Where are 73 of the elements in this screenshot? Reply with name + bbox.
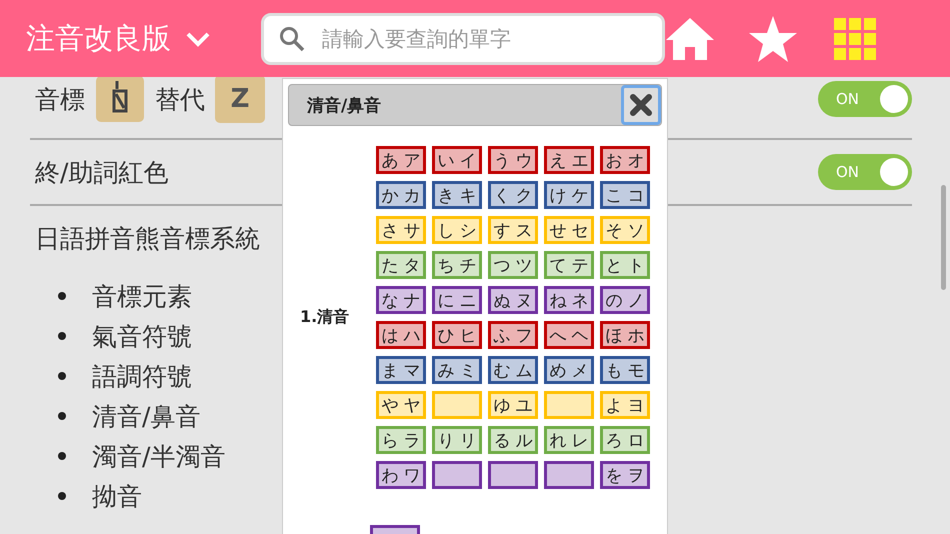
kana-key[interactable]: ひ ヒ bbox=[432, 321, 482, 349]
list-item-link[interactable]: 音標元素 bbox=[92, 280, 192, 312]
bullet-icon bbox=[58, 412, 66, 420]
setting-label: 終/助詞紅色 bbox=[35, 156, 168, 188]
kana-key[interactable]: せ セ bbox=[544, 216, 594, 244]
search-icon bbox=[279, 26, 305, 52]
star-icon[interactable] bbox=[748, 14, 798, 62]
kana-key[interactable]: て テ bbox=[544, 251, 594, 279]
kana-key[interactable]: も モ bbox=[600, 356, 650, 384]
list-item-link[interactable]: 語調符號 bbox=[92, 360, 192, 392]
kana-key[interactable]: け ケ bbox=[544, 181, 594, 209]
kana-key[interactable]: こ コ bbox=[600, 181, 650, 209]
list-item-link[interactable]: 拗音 bbox=[92, 480, 142, 512]
kana-key[interactable]: ふ フ bbox=[488, 321, 538, 349]
kana-key[interactable]: さ サ bbox=[376, 216, 426, 244]
kana-key[interactable]: あ ア bbox=[376, 146, 426, 174]
kana-key[interactable]: や ヤ bbox=[376, 391, 426, 419]
bullet-icon bbox=[58, 372, 66, 380]
bullet-icon bbox=[58, 452, 66, 460]
kana-key[interactable]: に ニ bbox=[432, 286, 482, 314]
dialog-title: 清音/鼻音 bbox=[307, 94, 382, 116]
setting-label: 音標 bbox=[35, 84, 85, 116]
kana-key[interactable]: ぬ ヌ bbox=[488, 286, 538, 314]
bullet-icon bbox=[58, 332, 66, 340]
kana-key[interactable]: う ウ bbox=[488, 146, 538, 174]
kana-key[interactable]: れ レ bbox=[544, 426, 594, 454]
kana-key[interactable]: な ナ bbox=[376, 286, 426, 314]
kana-key[interactable]: え エ bbox=[544, 146, 594, 174]
bullet-icon bbox=[58, 292, 66, 300]
search-field[interactable]: 請輸入要查詢的單字 bbox=[261, 12, 665, 64]
kana-key[interactable]: つ ツ bbox=[488, 251, 538, 279]
kana-key[interactable]: め メ bbox=[544, 356, 594, 384]
kana-key[interactable]: る ル bbox=[488, 426, 538, 454]
kana-key[interactable]: と ト bbox=[600, 251, 650, 279]
list-item-link[interactable]: 清音/鼻音 bbox=[92, 400, 200, 432]
kana-key[interactable]: ほ ホ bbox=[600, 321, 650, 349]
kana-key[interactable]: し シ bbox=[432, 216, 482, 244]
home-icon[interactable] bbox=[665, 16, 715, 60]
kana-key[interactable]: み ミ bbox=[432, 356, 482, 384]
kana-key[interactable]: そ ソ bbox=[600, 216, 650, 244]
kana-key[interactable]: ろ ロ bbox=[600, 426, 650, 454]
chevron-down-icon bbox=[185, 30, 211, 46]
kana-key[interactable]: ら ラ bbox=[376, 426, 426, 454]
kana-key[interactable]: よ ヨ bbox=[600, 391, 650, 419]
kana-key[interactable]: た タ bbox=[376, 251, 426, 279]
kana-key[interactable]: り リ bbox=[432, 426, 482, 454]
list-item-link[interactable]: 氣音符號 bbox=[92, 320, 192, 352]
key-tile: Z bbox=[215, 77, 265, 123]
key-tile-icon bbox=[95, 77, 145, 123]
kana-key[interactable]: お オ bbox=[600, 146, 650, 174]
grid-menu-icon[interactable] bbox=[834, 18, 876, 60]
section-label: 1.清音 bbox=[300, 307, 350, 328]
kana-key[interactable]: を ヲ bbox=[600, 461, 650, 489]
kana-key[interactable]: へ ヘ bbox=[544, 321, 594, 349]
kana-key[interactable]: ま マ bbox=[376, 356, 426, 384]
kana-key[interactable]: ね ネ bbox=[544, 286, 594, 314]
kana-key[interactable]: す ス bbox=[488, 216, 538, 244]
kana-key[interactable]: い イ bbox=[432, 146, 482, 174]
kana-key[interactable]: き キ bbox=[432, 181, 482, 209]
kana-key[interactable]: ち チ bbox=[432, 251, 482, 279]
setting-label: 替代 bbox=[155, 84, 205, 116]
bullet-icon bbox=[58, 492, 66, 500]
kana-key[interactable]: は ハ bbox=[376, 321, 426, 349]
list-item-link[interactable]: 濁音/半濁音 bbox=[92, 440, 226, 472]
kana-key[interactable]: の ノ bbox=[600, 286, 650, 314]
kana-key[interactable]: か カ bbox=[376, 181, 426, 209]
kana-key[interactable]: わ ワ bbox=[376, 461, 426, 489]
close-icon bbox=[629, 93, 653, 117]
close-button[interactable] bbox=[621, 85, 661, 125]
section-title: 日語拼音熊音標系統 bbox=[35, 223, 260, 255]
kana-key[interactable]: む ム bbox=[488, 356, 538, 384]
kana-key[interactable]: ゆ ユ bbox=[488, 391, 538, 419]
kana-key[interactable]: く ク bbox=[488, 181, 538, 209]
